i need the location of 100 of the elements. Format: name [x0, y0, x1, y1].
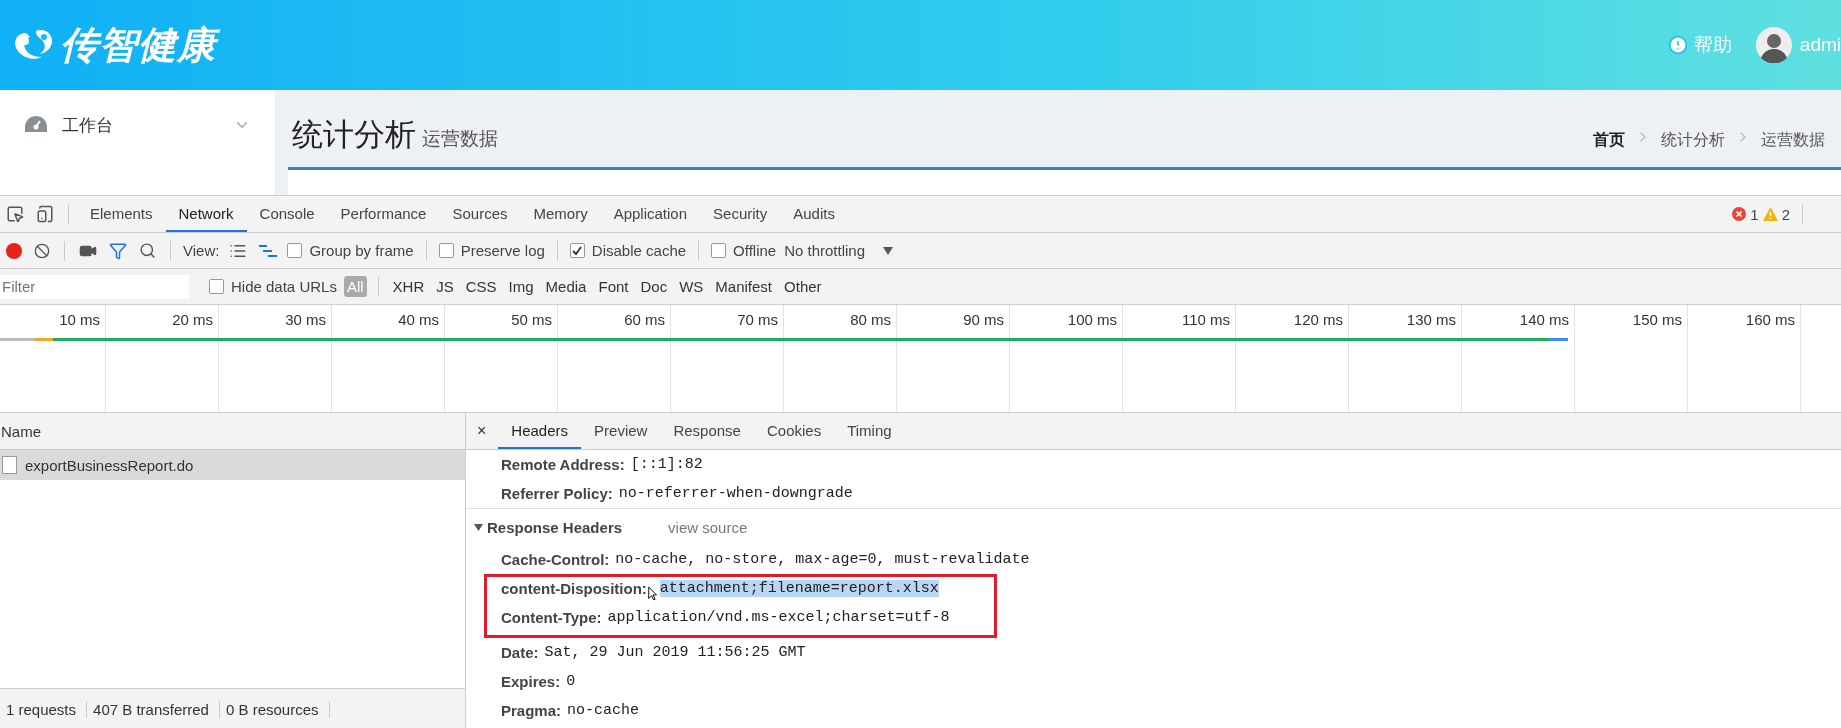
timeline-tick: 10 ms [59, 311, 100, 328]
warning-icon [1762, 207, 1778, 221]
header-name: Expires: [501, 673, 561, 690]
detail-tab[interactable]: Response [660, 413, 754, 449]
header-name: Remote Address: [501, 456, 625, 473]
timeline-tick: 20 ms [172, 311, 213, 328]
type-filter[interactable]: WS [676, 276, 707, 297]
file-icon [2, 456, 17, 474]
close-button[interactable]: × [467, 422, 499, 440]
devtools-tab[interactable]: Audits [780, 196, 848, 232]
timeline-tick: 60 ms [624, 311, 665, 328]
detail-tab[interactable]: Timing [834, 413, 905, 449]
devtools-tab[interactable]: Application [600, 196, 701, 232]
header-value: 0 [566, 673, 576, 690]
type-filter[interactable]: Doc [637, 276, 671, 297]
timeline-tick: 120 ms [1293, 311, 1343, 328]
devtools-tab[interactable]: Memory [520, 196, 601, 232]
mouse-cursor-icon [647, 586, 658, 601]
devtools-tab[interactable]: Elements [77, 196, 166, 232]
page-title: 统计分析 [292, 116, 416, 154]
type-filter[interactable]: Font [595, 276, 632, 297]
search-icon[interactable] [139, 242, 156, 259]
column-header[interactable]: Name [1, 422, 41, 440]
type-filter[interactable]: Manifest [712, 276, 776, 297]
option-label: Preserve log [460, 242, 545, 259]
timeline-tick: 50 ms [511, 311, 552, 328]
checkbox[interactable] [711, 243, 727, 258]
page-subtitle: 运营数据 [422, 127, 499, 151]
timeline-tick: 130 ms [1406, 311, 1456, 328]
detail-tab[interactable]: Headers [498, 413, 582, 449]
type-filter[interactable]: Img [505, 276, 537, 297]
type-filter[interactable]: CSS [462, 276, 500, 297]
option-label: Offline [733, 242, 777, 259]
view-label: View: [183, 242, 220, 259]
devtools-tab[interactable]: Security [700, 196, 781, 232]
timeline-tick: 140 ms [1519, 311, 1569, 328]
devtools-tab[interactable]: Sources [439, 196, 521, 232]
expand-triangle-icon[interactable] [474, 522, 483, 532]
filter-field[interactable]: Filter [0, 274, 189, 299]
header-value: Sat, 29 Jun 2019 11:56:25 GMT [544, 644, 806, 661]
status-text: 0 B resources [219, 700, 330, 718]
header-value: application/vnd.ms-excel;charset=utf-8 [607, 609, 950, 626]
checkbox[interactable] [438, 243, 454, 258]
timeline-tick: 160 ms [1745, 311, 1795, 328]
header-value: [::1]:82 [630, 456, 703, 473]
error-icon [1732, 207, 1747, 221]
avatar-icon[interactable] [1755, 27, 1792, 63]
devtools-tab[interactable]: Console [246, 196, 328, 232]
device-icon[interactable] [36, 205, 54, 223]
timeline-tick: 40 ms [398, 311, 439, 328]
dropdown-caret-icon[interactable] [883, 246, 894, 255]
header-name: Date: [501, 644, 539, 661]
error-count: 1 [1750, 205, 1759, 223]
timeline-tick: 30 ms [285, 311, 326, 328]
request-name: exportBusinessReport.do [25, 456, 194, 474]
timeline-tick: 110 ms [1181, 311, 1230, 328]
type-filter[interactable]: Media [542, 276, 590, 297]
header-value: no-cache, no-store, max-age=0, must-revalidate [615, 551, 1030, 568]
waterfall-view-icon[interactable] [259, 243, 278, 258]
sidebar-item[interactable]: 工作台 [62, 114, 219, 137]
header-value: no-cache [567, 702, 640, 719]
checkbox[interactable] [287, 243, 303, 258]
option-label: Hide data URLs [231, 278, 337, 295]
breadcrumb-link[interactable]: 运营数据 [1761, 130, 1825, 151]
type-filter[interactable]: JS [433, 276, 457, 297]
record-button[interactable] [6, 242, 22, 259]
warning-count: 2 [1781, 205, 1790, 223]
timeline-tick: 80 ms [850, 311, 891, 328]
checkbox[interactable] [569, 243, 585, 258]
detail-tab[interactable]: Preview [581, 413, 661, 449]
devtools-tab[interactable]: Performance [327, 196, 440, 232]
request-row[interactable]: exportBusinessReport.do [0, 450, 465, 480]
timeline-tick: 90 ms [963, 311, 1004, 328]
header-name: Referrer Policy: [501, 485, 613, 502]
header-value: no-referrer-when-downgrade [618, 485, 853, 502]
timeline-tick: 70 ms [737, 311, 778, 328]
header-name: Content-Type: [501, 609, 602, 626]
view-source-link[interactable]: view source [668, 518, 748, 536]
filter-icon[interactable] [109, 241, 127, 260]
dashboard-icon [24, 114, 48, 134]
inspect-icon[interactable] [6, 205, 24, 223]
header-value: attachment;filename=report.xlsx [659, 580, 939, 597]
breadcrumb-link[interactable]: 首页 [1593, 130, 1625, 151]
status-text: 407 B transferred [87, 700, 220, 718]
timeline-tick: 100 ms [1067, 311, 1117, 328]
clear-icon[interactable] [34, 242, 50, 259]
option-label: Disable cache [591, 242, 687, 259]
header-name: content-Disposition: [501, 580, 647, 597]
header-name: Cache-Control: [501, 551, 610, 568]
type-filter[interactable]: Other [781, 276, 825, 297]
type-filter[interactable]: XHR [389, 276, 428, 297]
header-name: Pragma: [501, 702, 562, 719]
option-label: Group by frame [309, 242, 414, 259]
detail-tab[interactable]: Cookies [753, 413, 835, 449]
breadcrumb-link[interactable]: 统计分析 [1661, 130, 1725, 151]
throttling-select[interactable]: No throttling [784, 242, 866, 259]
checkbox[interactable] [209, 279, 224, 294]
status-text: 1 requests [0, 700, 88, 718]
section-title[interactable]: Response Headers [487, 518, 623, 536]
devtools-tab[interactable]: Network [165, 196, 247, 232]
